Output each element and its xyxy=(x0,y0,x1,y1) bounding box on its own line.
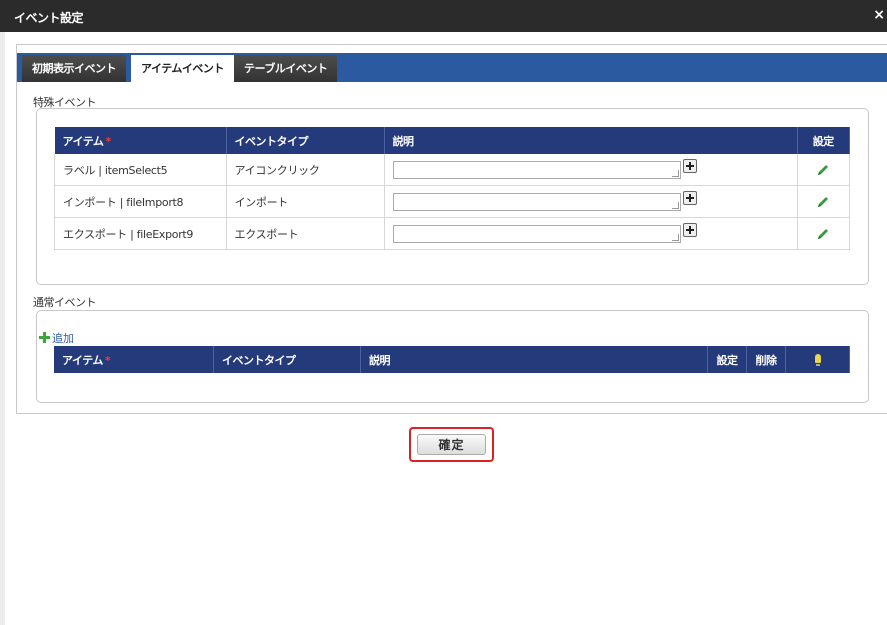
description-input[interactable] xyxy=(392,160,681,179)
close-icon[interactable]: × xyxy=(873,7,885,23)
table-row: インポート | fileImport8 インポート xyxy=(54,185,850,218)
normal-events-label: 通常イベント xyxy=(33,296,97,309)
column-header-settings: 設定 xyxy=(707,346,747,373)
column-header-item: アイテム * xyxy=(54,346,214,373)
column-header-item: アイテム * xyxy=(54,127,227,154)
cell-event-type: アイコンクリック xyxy=(226,154,385,186)
dialog-left-edge xyxy=(0,32,5,625)
plus-icon[interactable] xyxy=(682,190,697,205)
cell-event-type: インポート xyxy=(226,185,385,218)
tab-label: テーブルイベント xyxy=(244,62,328,75)
dialog-titlebar: イベント設定 × xyxy=(0,0,887,32)
pencil-icon[interactable] xyxy=(816,195,830,209)
add-event-link[interactable]: 追加 xyxy=(39,330,74,346)
description-input[interactable] xyxy=(392,224,681,243)
event-settings-panel: 初期表示イベント アイテムイベント テーブルイベント 特殊イベント アイテム * … xyxy=(16,44,887,414)
special-events-table: アイテム * イベントタイプ 説明 設定 ラベル | itemSelect5 アイ… xyxy=(54,127,850,250)
pencil-icon[interactable] xyxy=(816,163,830,177)
column-header-settings: 設定 xyxy=(797,127,850,154)
normal-events-group: アイテム * イベントタイプ 説明 設定 削除 xyxy=(36,310,869,403)
column-header-description: 説明 xyxy=(384,127,798,154)
cell-description xyxy=(384,154,798,186)
cell-item: インポート | fileImport8 xyxy=(54,185,227,218)
column-label: アイテム xyxy=(62,353,103,367)
column-header-description: 説明 xyxy=(360,346,708,373)
cell-description xyxy=(384,185,798,218)
cell-description xyxy=(384,217,798,250)
cell-settings xyxy=(797,217,850,250)
cell-settings xyxy=(797,154,850,186)
dialog-title: イベント設定 xyxy=(14,11,84,25)
add-icon xyxy=(39,332,50,343)
plus-icon[interactable] xyxy=(682,222,697,237)
special-events-group: アイテム * イベントタイプ 説明 設定 ラベル | itemSelect5 アイ… xyxy=(36,108,869,285)
cell-event-type: エクスポート xyxy=(226,217,385,250)
column-header-delete: 削除 xyxy=(746,346,786,373)
tab-table-event[interactable]: テーブルイベント xyxy=(234,55,338,82)
tab-bar: 初期表示イベント アイテムイベント テーブルイベント xyxy=(17,53,887,83)
confirm-button-highlight: 確定 xyxy=(409,427,494,462)
plus-icon[interactable] xyxy=(682,158,697,173)
table-row: ラベル | itemSelect5 アイコンクリック xyxy=(54,154,850,186)
resize-handle-icon[interactable] xyxy=(671,169,679,177)
cell-item: エクスポート | fileExport9 xyxy=(54,217,227,250)
cell-settings xyxy=(797,185,850,218)
resize-handle-icon[interactable] xyxy=(671,201,679,209)
column-header-event-type: イベントタイプ xyxy=(226,127,385,154)
tab-item-event[interactable]: アイテムイベント xyxy=(131,55,234,83)
column-label: アイテム xyxy=(62,134,104,148)
resize-handle-icon[interactable] xyxy=(671,233,679,241)
lightbulb-icon xyxy=(814,354,821,366)
add-event-label: 追加 xyxy=(52,332,74,345)
tab-label: アイテムイベント xyxy=(141,62,224,75)
confirm-button[interactable]: 確定 xyxy=(417,434,486,455)
column-header-hint xyxy=(785,346,850,373)
cell-item: ラベル | itemSelect5 xyxy=(54,154,227,186)
column-header-event-type: イベントタイプ xyxy=(213,346,361,373)
required-mark: * xyxy=(105,134,111,148)
pencil-icon[interactable] xyxy=(816,227,830,241)
table-header-row: アイテム * イベントタイプ 説明 設定 削除 xyxy=(54,346,850,373)
required-mark: * xyxy=(104,353,111,367)
tab-label: 初期表示イベント xyxy=(32,62,117,75)
table-header-row: アイテム * イベントタイプ 説明 設定 xyxy=(54,127,850,154)
normal-events-table: アイテム * イベントタイプ 説明 設定 削除 xyxy=(54,346,850,373)
description-input[interactable] xyxy=(392,192,681,211)
tab-initial-display-event[interactable]: 初期表示イベント xyxy=(22,55,126,82)
table-row: エクスポート | fileExport9 エクスポート xyxy=(54,217,850,250)
